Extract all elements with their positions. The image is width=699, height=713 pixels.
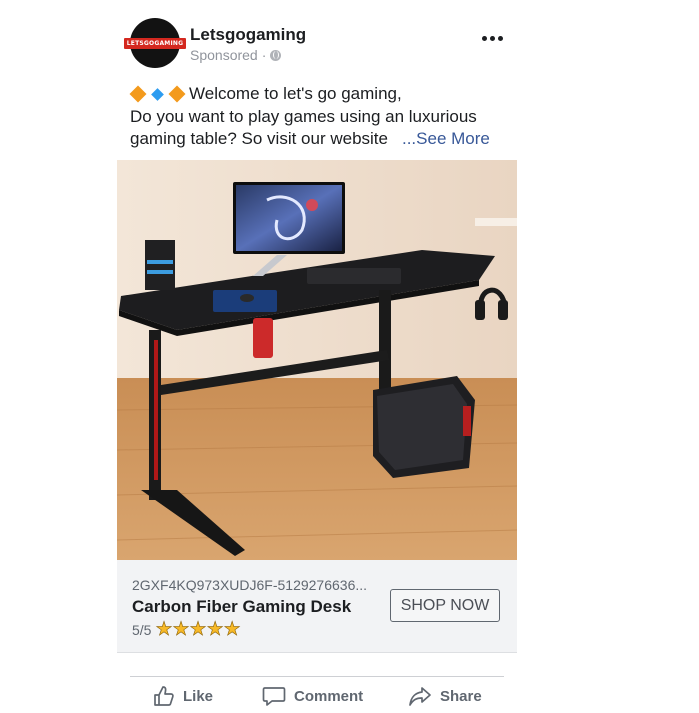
orange-diamond-icon: [168, 85, 186, 103]
link-preview[interactable]: 2GXF4KQ973XUDJ6F-5129276636... Carbon Fi…: [117, 560, 517, 653]
separator-dot: ·: [261, 47, 267, 63]
dot-icon: [489, 35, 495, 41]
link-title: Carbon Fiber Gaming Desk: [132, 597, 352, 616]
share-button[interactable]: Share: [408, 685, 482, 707]
sponsored-label[interactable]: Sponsored ·: [190, 47, 282, 63]
orange-diamond-icon: [129, 85, 147, 103]
comment-label: Comment: [294, 687, 364, 705]
rating: 5/5 ★★★★★: [132, 619, 241, 640]
share-icon: [409, 687, 431, 706]
more-options-button[interactable]: [477, 28, 507, 48]
page-name-link[interactable]: Letsgogaming: [190, 25, 306, 45]
share-label: Share: [440, 687, 482, 705]
post-caption: Welcome to let's go gaming, Do you want …: [129, 83, 515, 151]
sponsored-text: Sponsored: [190, 47, 258, 63]
dot-icon: [481, 35, 487, 41]
shop-now-button[interactable]: SHOP NOW: [390, 589, 500, 622]
globe-icon: [270, 49, 282, 61]
star-rating-icon: ★★★★★: [155, 619, 241, 640]
caption-line-3: gaming table? So visit our website ...See…: [130, 128, 515, 151]
caption-text-3: gaming table? So visit our website: [130, 129, 388, 148]
like-button[interactable]: Like: [153, 685, 213, 707]
comment-icon: [262, 687, 286, 706]
like-label: Like: [183, 687, 214, 705]
thumbs-up-icon: [154, 686, 174, 706]
blue-diamond-icon: [151, 87, 164, 101]
gaming-desk-illustration: [117, 160, 517, 560]
avatar-logo: LETSGOGAMING: [123, 37, 187, 49]
dot-icon: [497, 35, 503, 41]
comment-button[interactable]: Comment: [262, 685, 363, 707]
ad-image[interactable]: [117, 160, 517, 560]
rating-value: 5/5: [132, 621, 152, 638]
actions-divider: [130, 676, 504, 677]
caption-line-2: Do you want to play games using an luxur…: [130, 106, 477, 126]
sponsored-post: LETSGOGAMING Letsgogaming Sponsored · We…: [117, 0, 517, 713]
page-avatar[interactable]: LETSGOGAMING: [123, 18, 187, 68]
caption-text-1: Welcome to let's go gaming,: [189, 84, 402, 103]
see-more-link[interactable]: ...See More: [402, 129, 490, 148]
link-url: 2GXF4KQ973XUDJ6F-5129276636...: [132, 577, 368, 593]
caption-line-1: Welcome to let's go gaming,: [129, 83, 515, 106]
